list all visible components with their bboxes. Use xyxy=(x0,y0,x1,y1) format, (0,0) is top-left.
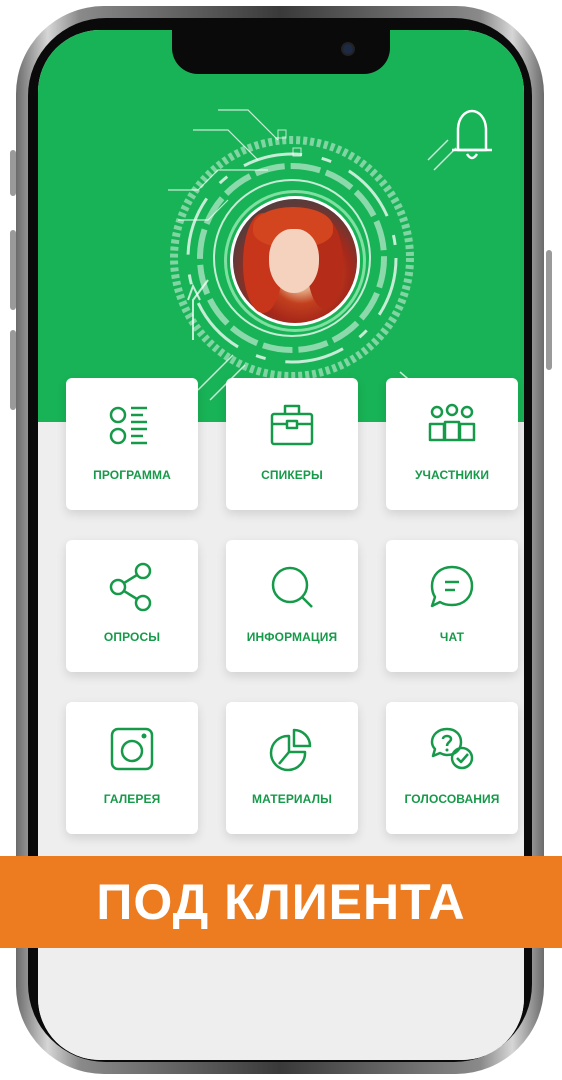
chat-icon xyxy=(430,565,474,608)
side-button xyxy=(10,230,16,310)
briefcase-icon xyxy=(270,404,314,446)
avatar-face xyxy=(269,229,319,293)
menu-tile-label: ПРОГРАММА xyxy=(93,468,171,482)
front-camera xyxy=(343,44,353,54)
menu-tile-program[interactable]: ПРОГРАММА xyxy=(66,378,198,510)
menu-tile-label: ЧАТ xyxy=(439,630,465,644)
menu-tile-label: ОПРОСЫ xyxy=(103,630,161,644)
menu-tile-label: ГОЛОСОВАНИЯ xyxy=(404,792,500,806)
user-avatar[interactable] xyxy=(230,196,360,326)
menu-tile-label: МАТЕРИАЛЫ xyxy=(252,792,332,806)
menu-tile-label: ИНФОРМАЦИЯ xyxy=(246,630,338,644)
bell-icon[interactable] xyxy=(448,106,496,166)
phone-notch xyxy=(172,30,390,74)
menu-tile-label: УЧАСТНИКИ xyxy=(414,468,490,482)
menu-tile-voting[interactable]: ГОЛОСОВАНИЯ xyxy=(386,702,518,834)
menu-tile-label: СПИКЕРЫ xyxy=(261,468,323,482)
side-button xyxy=(10,330,16,410)
side-button xyxy=(10,150,16,196)
menu-tile-chat[interactable]: ЧАТ xyxy=(386,540,518,672)
vote-icon xyxy=(430,727,474,770)
search-icon xyxy=(271,566,313,608)
menu-tile-label: ГАЛЕРЕЯ xyxy=(103,792,161,806)
menu-tile-information[interactable]: ИНФОРМАЦИЯ xyxy=(226,540,358,672)
menu-tile-materials[interactable]: МАТЕРИАЛЫ xyxy=(226,702,358,834)
menu-tile-polls[interactable]: ОПРОСЫ xyxy=(66,540,198,672)
banner-text: ПОД КЛИЕНТА xyxy=(96,874,466,930)
promo-banner: ПОД КЛИЕНТА xyxy=(0,856,562,948)
side-button xyxy=(546,250,552,370)
list-icon xyxy=(109,406,147,445)
share-icon xyxy=(109,562,152,612)
people-icon xyxy=(428,403,476,442)
pie-chart-icon xyxy=(269,728,312,772)
menu-tile-speakers[interactable]: СПИКЕРЫ xyxy=(226,378,358,510)
menu-tile-gallery[interactable]: ГАЛЕРЕЯ xyxy=(66,702,198,834)
menu-tile-participants[interactable]: УЧАСТНИКИ xyxy=(386,378,518,510)
instagram-icon xyxy=(110,727,154,771)
